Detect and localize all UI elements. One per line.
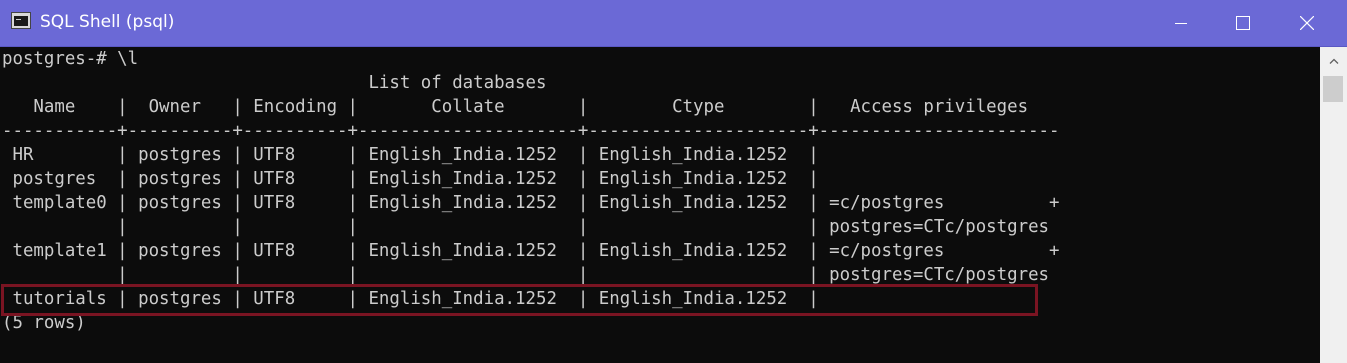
close-button[interactable] — [1275, 0, 1339, 46]
table-row: template1 | postgres | UTF8 | English_In… — [2, 241, 1060, 261]
minimize-icon — [1175, 23, 1187, 24]
scroll-up-button[interactable] — [1320, 47, 1347, 75]
row-count: (5 rows) — [2, 313, 86, 333]
console-window-icon — [11, 12, 31, 29]
table-row: postgres | postgres | UTF8 | English_Ind… — [2, 169, 819, 189]
window-title: SQL Shell (psql) — [40, 12, 175, 32]
command-line: postgres-# \l — [2, 49, 139, 69]
table-row: template0 | postgres | UTF8 | English_In… — [2, 193, 1060, 213]
table-row-continuation: | | | | | postgres=CTc/postgres — [2, 217, 1050, 237]
close-icon — [1300, 16, 1314, 30]
table-separator: -----------+----------+----------+------… — [2, 121, 1060, 141]
title-bar[interactable]: SQL Shell (psql) — [0, 0, 1347, 47]
terminal-output[interactable]: postgres-# \l List of databases Name | O… — [0, 47, 1320, 363]
vertical-scrollbar[interactable] — [1320, 47, 1347, 363]
sql-shell-window: SQL Shell (psql) postgres-# \l List of d… — [0, 0, 1347, 363]
table-row: tutorials | postgres | UTF8 | English_In… — [2, 289, 819, 309]
table-header: Name | Owner | Encoding | Collate | Ctyp… — [2, 97, 1029, 117]
scroll-thumb[interactable] — [1323, 76, 1343, 102]
chevron-up-icon — [1329, 58, 1338, 64]
maximize-icon — [1236, 16, 1250, 30]
table-row-continuation: | | | | | postgres=CTc/postgres — [2, 265, 1050, 285]
minimize-button[interactable] — [1149, 0, 1213, 46]
maximize-button[interactable] — [1211, 0, 1275, 46]
table-caption: List of databases — [2, 73, 547, 93]
table-row: HR | postgres | UTF8 | English_India.125… — [2, 145, 819, 165]
